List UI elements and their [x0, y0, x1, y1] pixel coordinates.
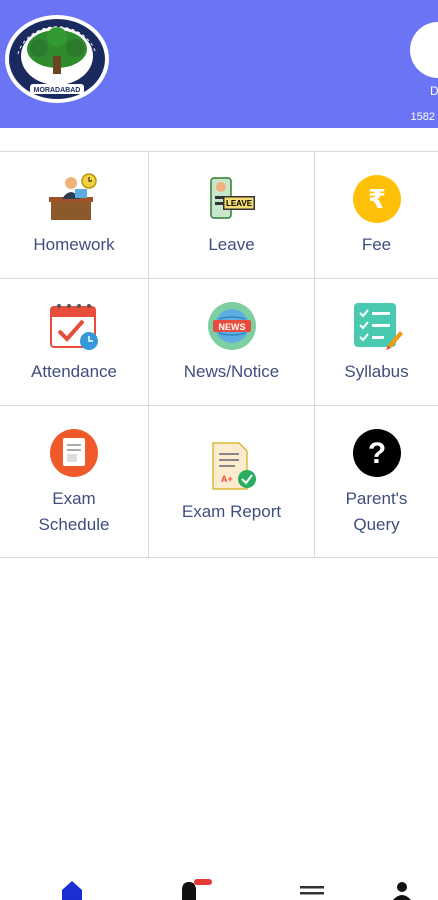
menu-label: News/Notice: [183, 362, 280, 381]
checklist-pencil-icon: [353, 303, 403, 350]
svg-text:MORADABAD: MORADABAD: [34, 87, 81, 94]
news-globe-icon: NEWS: [207, 302, 256, 350]
svg-text:A+: A+: [221, 474, 233, 484]
profile-id: 1582: [410, 111, 435, 123]
svg-text:₹: ₹: [367, 185, 385, 215]
menu-label: Exam Report: [181, 501, 282, 521]
menu-row: Homework LEAVE Leave ₹ Fee: [0, 152, 438, 279]
menu-item-attendance[interactable]: Attendance: [0, 279, 149, 405]
menu-item-exam-report[interactable]: A+ Exam Report: [149, 406, 315, 557]
nav-notifications[interactable]: [178, 876, 214, 900]
nav-home[interactable]: [60, 878, 84, 900]
school-logo: MORADABAD: [5, 15, 109, 103]
menu-label: Fee: [361, 235, 392, 254]
menu-item-exam-schedule[interactable]: Exam Schedule: [0, 406, 149, 557]
menu-item-leave[interactable]: LEAVE Leave: [149, 152, 315, 278]
rupee-coin-icon: ₹: [352, 175, 401, 223]
app-header: MORADABAD D 1582: [0, 0, 438, 128]
menu-item-parents-query[interactable]: ? Parent's Query: [315, 406, 438, 557]
profile-name: D: [430, 84, 438, 98]
svg-text:NEWS: NEWS: [218, 322, 245, 332]
menu-row: Attendance NEWS News/Notice Syllabus: [0, 279, 438, 406]
menu-label: Leave: [208, 235, 255, 254]
menu-icon: [300, 886, 324, 895]
bottom-navigation: [0, 870, 438, 900]
person-icon: [393, 882, 411, 900]
exam-schedule-icon: [50, 428, 98, 477]
menu-label: Syllabus: [344, 362, 409, 381]
home-icon: [62, 881, 82, 900]
leave-letter-icon: LEAVE: [209, 177, 255, 219]
menu-label: Parent's Query: [345, 488, 408, 534]
profile-avatar[interactable]: [410, 22, 438, 80]
menu-grid: Homework LEAVE Leave ₹ Fee Attendance NE…: [0, 151, 438, 558]
question-mark-icon: ?: [352, 428, 401, 477]
menu-item-fee[interactable]: ₹ Fee: [315, 152, 438, 278]
menu-item-news-notice[interactable]: NEWS News/Notice: [149, 279, 315, 405]
bell-icon: [182, 879, 212, 900]
svg-text:LEAVE: LEAVE: [225, 199, 252, 208]
exam-report-icon: A+: [211, 441, 256, 490]
menu-label: Attendance: [30, 362, 117, 381]
calendar-check-icon: [50, 304, 98, 350]
menu-label: Exam Schedule: [38, 488, 110, 534]
menu-item-homework[interactable]: Homework: [0, 152, 149, 278]
nav-profile[interactable]: [392, 882, 412, 900]
menu-label: Homework: [33, 235, 115, 254]
svg-text:?: ?: [367, 437, 385, 470]
menu-row: Exam Schedule A+ Exam Report ? Parent's …: [0, 406, 438, 558]
menu-item-syllabus[interactable]: Syllabus: [315, 279, 438, 405]
teacher-desk-icon: [49, 173, 97, 220]
nav-menu[interactable]: [300, 884, 324, 900]
